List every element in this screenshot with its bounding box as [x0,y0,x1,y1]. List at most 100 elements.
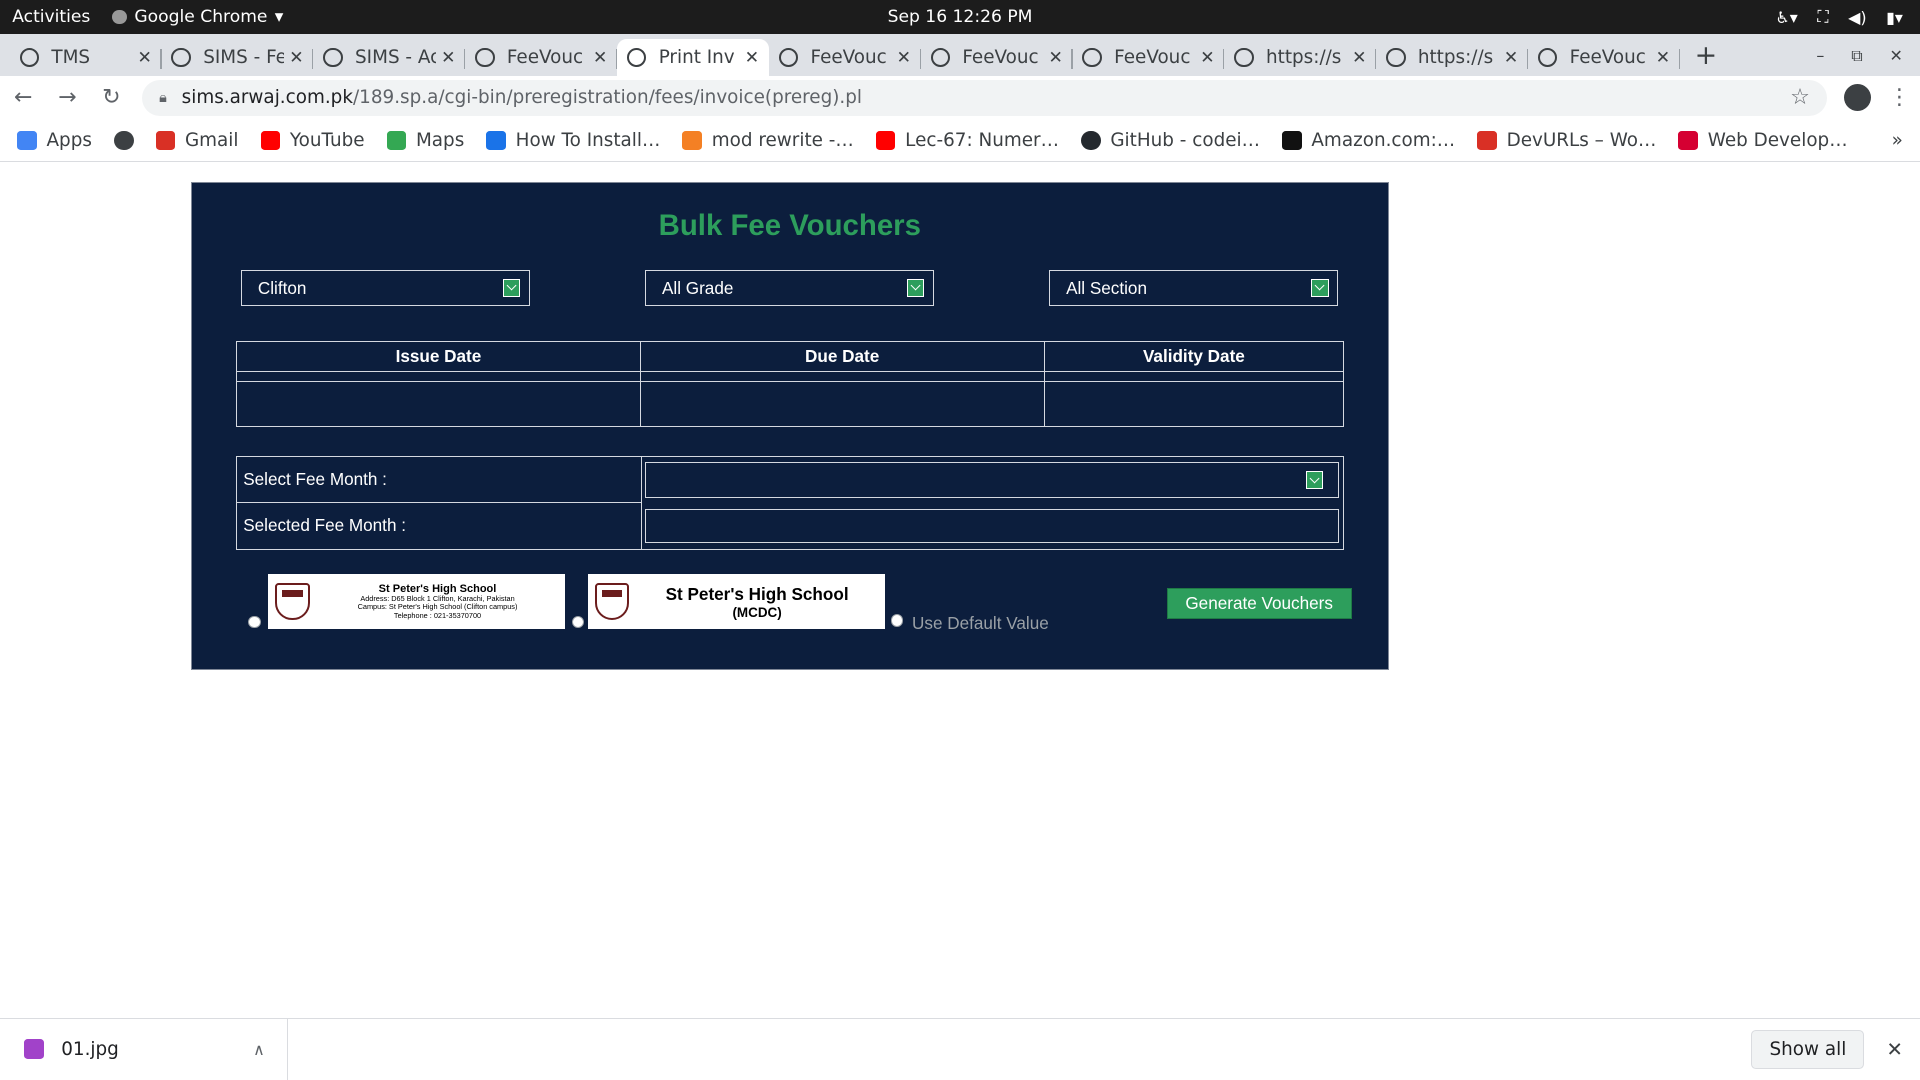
header-option-2-radio[interactable] [571,615,584,628]
use-default-radio[interactable] [891,614,904,627]
chevron-down-icon[interactable] [907,278,925,298]
close-shelf-icon[interactable]: ✕ [1886,1038,1902,1061]
generate-vouchers-button[interactable]: Generate Vouchers [1166,587,1352,620]
section-select[interactable]: All Section [1049,270,1339,306]
chevron-down-icon[interactable] [1306,470,1324,490]
volume-icon[interactable]: ◀) [1848,8,1866,27]
bookmark-item[interactable]: YouTube [260,130,365,151]
globe-icon [323,47,343,68]
bookmark-item[interactable]: Lec-67: Numer… [875,129,1059,151]
browser-tab[interactable]: TMS ✕ [10,39,162,76]
address-bar[interactable]: 🔒︎ sims.arwaj.com.pk /189.sp.a/cgi-bin/p… [142,79,1827,117]
close-tab-icon[interactable]: ✕ [1048,48,1062,68]
accessibility-icon[interactable]: ♿︎▾ [1776,8,1798,27]
grade-select-value: All Grade [661,277,734,298]
bookmark-item[interactable]: Web Develop… [1678,130,1848,151]
bookmark-item[interactable]: GitHub - codei… [1080,130,1260,151]
forward-icon[interactable]: → [54,85,81,110]
divider [641,457,643,549]
chevron-down-icon[interactable] [503,278,521,298]
lock-icon[interactable]: 🔒︎ [159,89,167,106]
bookmark-star-icon[interactable]: ☆ [1790,85,1810,110]
browser-toolbar: ← → ↻ 🔒︎ sims.arwaj.com.pk /189.sp.a/cgi… [0,75,1920,120]
system-tray[interactable]: ♿︎▾ ⛶ ◀) ▮▾ [1776,7,1920,27]
bookmark-label: DevURLs – Wo… [1506,129,1657,151]
close-tab-icon[interactable]: ✕ [1200,48,1214,68]
browser-tab[interactable]: FeeVouc ✕ [769,39,921,76]
bookmark-label: Amazon.com:… [1311,129,1456,151]
grade-select[interactable]: All Grade [645,270,935,306]
browser-tab[interactable]: FeeVouc ✕ [465,39,618,76]
header-option-1-image[interactable]: St Peter's High School Address: D65 Bloc… [267,574,566,630]
selected-fee-month-field[interactable] [644,508,1340,544]
browser-tab[interactable]: FeeVouc ✕ [921,39,1073,76]
browser-tab[interactable]: FeeVouc ✕ [1073,39,1225,76]
campus-select-value: Clifton [257,277,307,298]
close-tab-icon[interactable]: ✕ [593,48,607,68]
close-tab-icon[interactable]: ✕ [1352,48,1366,68]
due-date-field[interactable] [639,380,1045,427]
tab-title: TMS [51,47,91,69]
back-icon[interactable]: ← [10,85,37,110]
close-window-icon[interactable]: ✕ [1890,46,1903,66]
use-default-label: Use Default Value [912,613,1049,634]
browser-tab[interactable]: FeeVouc ✕ [1528,39,1680,76]
campus-select[interactable]: Clifton [240,270,530,306]
bookmark-item[interactable]: Apps [17,130,92,151]
show-all-button[interactable]: Show all [1751,1029,1865,1069]
browser-tab[interactable]: SIMS - Ac ✕ [313,39,466,76]
bookmark-item[interactable]: DevURLs – Wo… [1477,130,1656,151]
close-tab-icon[interactable]: ✕ [745,48,759,68]
download-item[interactable]: 01.jpg ∧ [0,1018,288,1080]
validity-date-field[interactable] [1043,380,1345,427]
network-icon[interactable]: ⛶ [1817,7,1828,27]
more-menu-icon[interactable]: ⋮ [1888,85,1910,110]
window-controls: – ⧉ ✕ [1816,46,1920,76]
bookmark-item[interactable]: Amazon.com:… [1282,130,1455,151]
restore-icon[interactable]: ⧉ [1851,46,1862,66]
close-tab-icon[interactable]: ✕ [897,48,911,68]
bookmark-item[interactable] [113,130,134,151]
close-tab-icon[interactable]: ✕ [1656,48,1670,68]
stackoverflow-icon [682,130,702,151]
clock[interactable]: Sep 16 12:26 PM [0,7,1920,27]
globe-icon [930,47,951,68]
page-title: Bulk Fee Vouchers [658,209,921,243]
reload-icon[interactable]: ↻ [98,85,125,110]
globe-icon [19,47,40,68]
header-option-2-image[interactable]: St Peter's High School (MCDC) [587,574,886,630]
bookmark-item[interactable]: mod rewrite -… [682,130,854,151]
header-option-1-text: St Peter's High School Address: D65 Bloc… [310,583,566,621]
new-tab-button[interactable]: + [1680,40,1732,76]
browser-tab[interactable]: https://s ✕ [1224,39,1377,76]
app-menu[interactable]: Google Chrome ▾ [103,7,284,28]
activities-button[interactable]: Activities [0,7,103,27]
issue-date-field[interactable] [236,380,641,427]
globe-icon [113,130,134,151]
profile-avatar[interactable] [1844,84,1872,112]
minimize-icon[interactable]: – [1816,46,1824,66]
tab-title: FeeVouc [962,47,1039,69]
chevron-up-icon[interactable]: ∧ [253,1040,265,1059]
close-tab-icon[interactable]: ✕ [289,48,303,68]
bookmark-item[interactable]: Gmail [155,130,239,151]
browser-tab[interactable]: https://s ✕ [1376,39,1529,76]
header-option-1-radio[interactable] [248,615,261,628]
browser-tab[interactable]: Print Inv ✕ [617,39,769,76]
battery-icon[interactable]: ▮▾ [1886,8,1903,27]
bookmarks-overflow-icon[interactable]: » [1892,130,1903,151]
fee-month-select[interactable] [644,462,1340,498]
bookmarks-bar: Apps Gmail YouTube Maps How To Install… mod r… [0,119,1920,162]
globe-icon [1082,47,1102,68]
bookmark-item[interactable]: How To Install… [486,130,660,151]
dates-table: Issue Date Due Date Validity Date [236,341,1345,427]
browser-tab[interactable]: SIMS - Fe ✕ [162,39,314,76]
close-tab-icon[interactable]: ✕ [1504,48,1518,68]
chevron-down-icon: ▾ [274,7,284,28]
bookmark-label: Lec-67: Numer… [905,129,1059,151]
page-content: Bulk Fee Vouchers Clifton All Grade All … [0,162,1920,1018]
chevron-down-icon[interactable] [1311,278,1329,298]
bookmark-item[interactable]: Maps [386,130,464,151]
close-tab-icon[interactable]: ✕ [137,48,151,68]
close-tab-icon[interactable]: ✕ [441,48,455,68]
